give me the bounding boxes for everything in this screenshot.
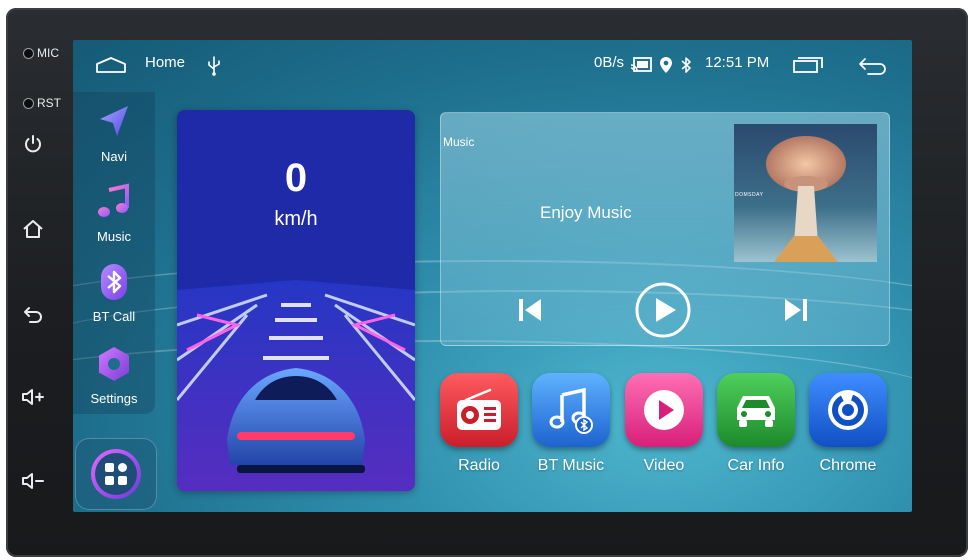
- volume-up-icon: [22, 389, 44, 405]
- cast-icon: [630, 57, 652, 73]
- app-label: BT Music: [537, 457, 605, 474]
- play-icon: [635, 282, 691, 338]
- play-button[interactable]: [634, 281, 692, 344]
- volume-down-icon: [22, 473, 44, 489]
- next-track-button[interactable]: [781, 295, 811, 330]
- speedometer-widget[interactable]: 0 km/h: [177, 110, 415, 491]
- app-drawer-button[interactable]: [75, 438, 157, 510]
- clock: 12:51 PM: [705, 54, 770, 71]
- back-hw-button[interactable]: [20, 301, 46, 327]
- home-icon: [23, 220, 43, 238]
- chrome-icon: [809, 373, 887, 447]
- previous-track-button[interactable]: [515, 295, 545, 330]
- app-radio[interactable]: Radio: [439, 373, 519, 475]
- dock-label: Settings: [90, 391, 138, 406]
- dock-item-music[interactable]: Music: [73, 182, 155, 244]
- back-button[interactable]: [858, 57, 888, 75]
- dock-label: Navi: [100, 149, 127, 164]
- dock-label: Music: [97, 229, 131, 244]
- home-hw-button[interactable]: [20, 216, 46, 242]
- volume-up-button[interactable]: [20, 384, 46, 410]
- app-label: Chrome: [819, 457, 877, 474]
- usb-icon: [207, 56, 221, 76]
- power-button[interactable]: [20, 131, 46, 157]
- car-icon: [717, 373, 795, 447]
- app-label: Radio: [458, 457, 500, 474]
- dock-item-bt-call[interactable]: BT Call: [73, 262, 155, 324]
- previous-icon: [519, 299, 541, 321]
- navigation-icon: [100, 106, 128, 136]
- home-outline-button[interactable]: [95, 56, 127, 74]
- location-icon: [659, 56, 673, 74]
- side-dock: Navi Music BT Call Settings: [73, 92, 155, 414]
- app-bt-music[interactable]: BT Music: [531, 373, 611, 475]
- mic-indicator: MIC: [23, 46, 59, 60]
- network-speed: 0B/s: [594, 54, 625, 71]
- recent-apps-button[interactable]: [793, 57, 823, 73]
- rst-hole[interactable]: [23, 98, 34, 110]
- mic-hole: [23, 48, 34, 60]
- app-grid-icon: [91, 449, 141, 499]
- dock-label: BT Call: [92, 309, 136, 324]
- recent-apps-icon: [793, 57, 823, 73]
- radio-icon: [440, 373, 518, 447]
- status-bar: Home 0B/s 12:51 PM: [73, 40, 912, 92]
- home-label: Home: [145, 54, 186, 71]
- bluetooth-icon: [101, 264, 127, 300]
- dock-item-settings[interactable]: Settings: [73, 344, 155, 406]
- app-row: Radio BT Music Video Car Info Chrome: [439, 373, 899, 483]
- music-widget-title: Music: [443, 135, 475, 149]
- album-text: DOMSDAY: [735, 192, 764, 198]
- app-label: Video: [643, 457, 685, 474]
- track-title: Enjoy Music: [540, 203, 632, 222]
- touch-screen: Home 0B/s 12:51 PM Navi Music BT Call Se…: [73, 40, 912, 512]
- bluetooth-status-icon: [680, 56, 692, 74]
- next-icon: [785, 299, 807, 321]
- album-art[interactable]: DOMSDAY: [734, 124, 877, 262]
- music-note-icon: [98, 183, 129, 217]
- speed-unit: km/h: [274, 208, 318, 230]
- app-chrome[interactable]: Chrome: [808, 373, 888, 475]
- app-label: Car Info: [727, 457, 785, 474]
- back-icon: [859, 58, 886, 75]
- app-video[interactable]: Video: [624, 373, 704, 475]
- music-widget[interactable]: Music Enjoy Music DOMSDAY: [440, 112, 890, 346]
- rst-indicator[interactable]: RST: [23, 96, 61, 110]
- volume-down-button[interactable]: [20, 468, 46, 494]
- power-icon: [25, 135, 41, 153]
- play-icon: [625, 373, 703, 447]
- home-outline-icon: [96, 57, 126, 73]
- rst-label: RST: [37, 96, 61, 110]
- back-arrow-icon: [24, 307, 42, 323]
- bt-music-icon: [532, 373, 610, 447]
- mic-label: MIC: [37, 46, 59, 60]
- app-car-info[interactable]: Car Info: [716, 373, 796, 475]
- dock-item-navi[interactable]: Navi: [73, 102, 155, 164]
- speed-value: 0: [284, 156, 308, 200]
- settings-hexagon-icon: [99, 347, 129, 381]
